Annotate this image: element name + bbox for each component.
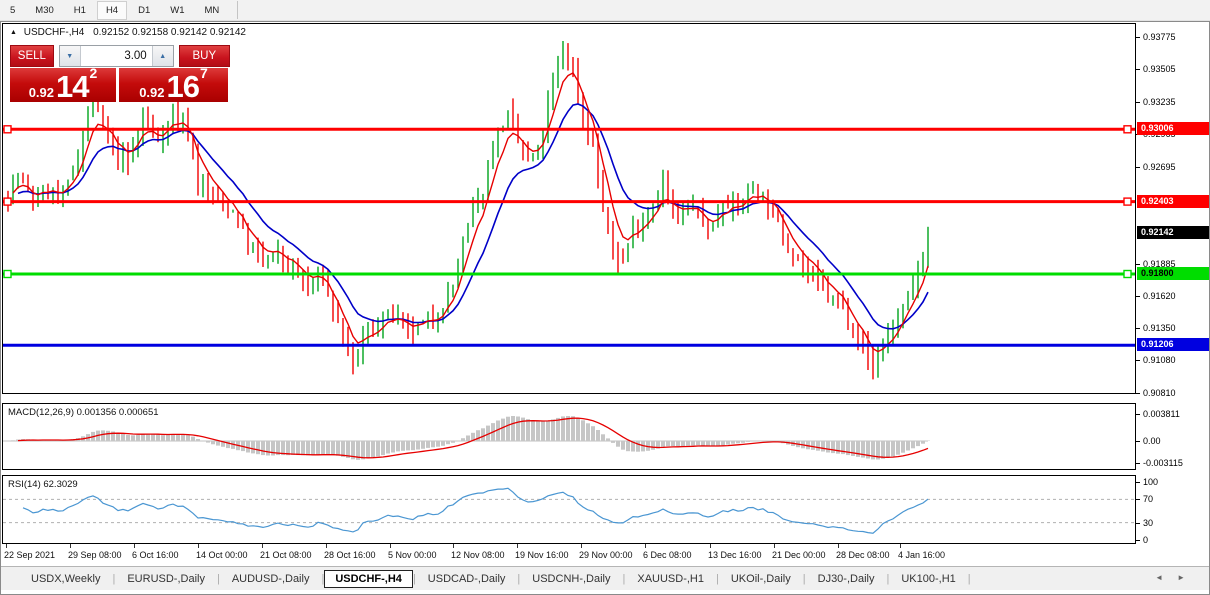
time-label: 29 Nov 00:00	[579, 550, 633, 560]
one-click-trade-panel: SELL ▼ 3.00 ▲ BUY 0.92 14 2 0.92 16 7	[10, 45, 230, 102]
tab-scroll-right-icon[interactable]: ►	[1177, 573, 1199, 582]
symbol-period-label: USDCHF-,H4	[23, 27, 85, 38]
time-label: 21 Dec 00:00	[772, 550, 826, 560]
time-tick	[134, 544, 135, 548]
time-tick	[645, 544, 646, 548]
chart-tab-usdcnh-daily[interactable]: USDCNH-,Daily	[520, 570, 622, 588]
volume-increase-icon[interactable]: ▲	[151, 46, 173, 66]
time-label: 29 Sep 08:00	[68, 550, 122, 560]
timeframe-button-m30[interactable]: M30	[26, 1, 62, 20]
chart-tab-uk100-h1[interactable]: UK100-,H1	[889, 570, 967, 588]
level-handle-marker[interactable]	[3, 125, 12, 134]
timeframe-button-5[interactable]: 5	[1, 1, 24, 20]
time-tick	[390, 544, 391, 548]
time-label: 6 Dec 08:00	[643, 550, 692, 560]
chart-tab-xauusd-h1[interactable]: XAUUSD-,H1	[625, 570, 716, 588]
time-label: 6 Oct 16:00	[132, 550, 179, 560]
rsi-indicator-panel[interactable]	[2, 475, 1136, 544]
rsi-panel-border	[2, 475, 1136, 544]
time-tick	[70, 544, 71, 548]
ask-price-base: 0.92	[139, 85, 165, 100]
level-handle-marker[interactable]	[1123, 269, 1132, 279]
chart-tab-audusd-daily[interactable]: AUDUSD-,Daily	[220, 570, 322, 588]
timeframe-button-mn[interactable]: MN	[196, 1, 229, 20]
time-tick	[517, 544, 518, 548]
macd-label: MACD(12,26,9) 0.001356 0.000651	[8, 407, 159, 418]
ask-price-box[interactable]: 0.92 16 7	[119, 65, 228, 104]
tab-separator: |	[967, 572, 971, 585]
tab-scroll-arrows: ◄►	[1155, 573, 1199, 582]
ask-price-big: 16	[166, 69, 200, 104]
macd-indicator-panel[interactable]	[2, 403, 1136, 470]
time-label: 14 Oct 00:00	[196, 550, 248, 560]
chart-title: ▲ USDCHF-,H4 0.92152 0.92158 0.92142 0.9…	[10, 27, 246, 38]
level-handle-marker[interactable]	[3, 197, 12, 206]
time-label: 4 Jan 16:00	[898, 550, 946, 560]
collapse-triangle-icon: ▲	[10, 29, 17, 36]
time-tick	[838, 544, 839, 548]
ohlc-values: 0.92152 0.92158 0.92142 0.92142	[93, 27, 246, 38]
chart-tab-usdx-weekly[interactable]: USDX,Weekly	[19, 570, 112, 588]
level-handle-marker[interactable]	[1123, 197, 1132, 206]
volume-decrease-icon[interactable]: ▼	[59, 46, 81, 66]
time-label: 28 Dec 08:00	[836, 550, 890, 560]
time-tick	[581, 544, 582, 548]
volume-stepper: ▼ 3.00 ▲	[58, 45, 174, 67]
timeframe-button-h4[interactable]: H4	[96, 0, 128, 20]
chart-tab-eurusd-daily[interactable]: EURUSD-,Daily	[115, 570, 217, 588]
time-tick	[453, 544, 454, 548]
time-tick	[710, 544, 711, 548]
sell-button[interactable]: SELL	[10, 45, 54, 67]
bid-price-sup: 2	[89, 65, 98, 81]
time-tick	[198, 544, 199, 548]
chart-tab-usdcad-daily[interactable]: USDCAD-,Daily	[416, 570, 518, 588]
timeframe-button-h1[interactable]: H1	[65, 1, 95, 20]
time-tick	[262, 544, 263, 548]
time-label: 13 Dec 16:00	[708, 550, 762, 560]
rsi-label: RSI(14) 62.3029	[8, 479, 78, 490]
bid-price-base: 0.92	[28, 85, 55, 100]
time-tick	[774, 544, 775, 548]
timeframe-button-d1[interactable]: D1	[129, 1, 159, 20]
time-label: 5 Nov 00:00	[388, 550, 437, 560]
level-handle-marker[interactable]	[1123, 125, 1132, 134]
time-axis: 22 Sep 2021 29 Sep 08:00 6 Oct 16:00 14 Oct…	[2, 544, 1136, 566]
timeframe-toolbar: 5 M30 H1 H4 D1 W1 MN	[0, 0, 1210, 21]
time-tick	[6, 544, 7, 548]
chart-tab-dj30-daily[interactable]: DJ30-,Daily	[806, 570, 887, 588]
time-label: 28 Oct 16:00	[324, 550, 376, 560]
chart-tab-usdchf-h4[interactable]: USDCHF-,H4	[324, 569, 413, 588]
time-label: 12 Nov 08:00	[451, 550, 505, 560]
ask-price-sup: 7	[200, 65, 208, 81]
bid-price-box[interactable]: 0.92 14 2	[10, 65, 116, 104]
time-tick	[900, 544, 901, 548]
time-tick	[326, 544, 327, 548]
chart-tab-ukoil-daily[interactable]: UKOil-,Daily	[719, 570, 803, 588]
toolbar-separator	[237, 1, 239, 19]
chart-tab-bar: USDX,Weekly | EURUSD-,Daily | AUDUSD-,Daily |…	[1, 566, 1209, 590]
level-handle-marker[interactable]	[3, 269, 12, 279]
timeframe-button-w1[interactable]: W1	[161, 1, 193, 20]
time-label: 22 Sep 2021	[4, 550, 56, 560]
tab-scroll-left-icon[interactable]: ◄	[1155, 573, 1177, 582]
bid-price-big: 14	[56, 69, 89, 104]
time-label: 21 Oct 08:00	[260, 550, 312, 560]
time-label: 19 Nov 16:00	[515, 550, 569, 560]
